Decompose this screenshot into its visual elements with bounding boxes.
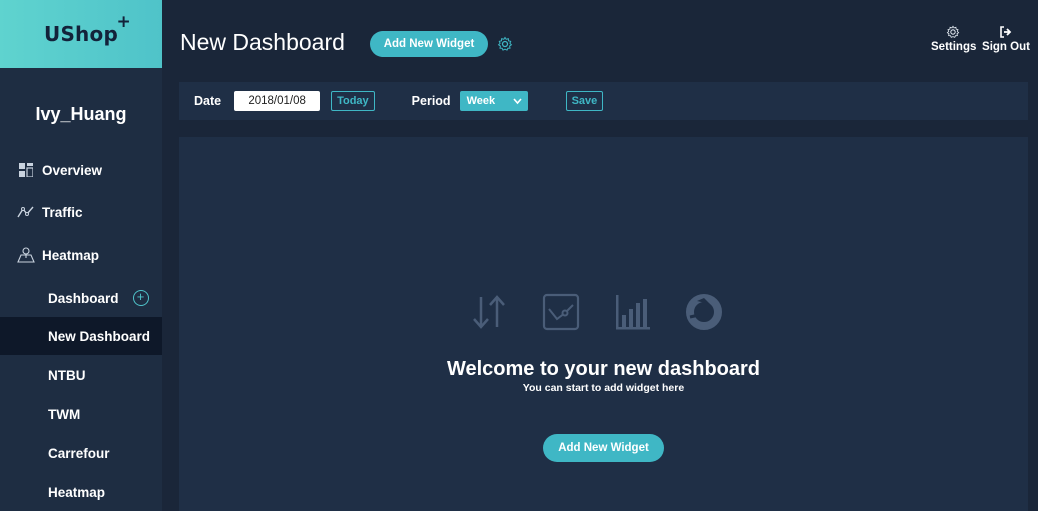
sort-arrows-icon xyxy=(473,295,505,329)
today-button[interactable]: Today xyxy=(331,91,375,111)
filter-bar: Date 2018/01/08 Today Period Week Save xyxy=(179,82,1028,120)
sidebar-item-label: Carrefour xyxy=(48,445,110,461)
chevron-down-icon xyxy=(512,92,522,118)
sign-out-label: Sign Out xyxy=(982,41,1030,53)
settings-label: Settings xyxy=(931,41,977,53)
add-widget-button[interactable]: Add New Widget xyxy=(370,31,488,57)
sidebar-item-twm[interactable]: TWM xyxy=(0,395,162,433)
heatmap-map-icon xyxy=(17,246,35,264)
sidebar: UShop + Ivy_Huang Overview Traffic Heatma… xyxy=(0,0,162,511)
top-header: New Dashboard Add New Widget Settings Si… xyxy=(162,0,1038,80)
sidebar-item-dashboard[interactable]: Dashboard + xyxy=(0,279,162,317)
line-chart-icon xyxy=(542,293,580,331)
settings-button[interactable]: Settings xyxy=(931,25,977,53)
user-name: Ivy_Huang xyxy=(35,104,127,124)
sidebar-item-ntbu[interactable]: NTBU xyxy=(0,356,162,394)
gear-icon xyxy=(946,25,960,39)
period-select[interactable]: Week xyxy=(459,91,528,111)
sidebar-item-label: Heatmap xyxy=(42,247,100,263)
page-title: New Dashboard xyxy=(180,29,345,55)
sidebar-item-heatmap-sub[interactable]: Heatmap xyxy=(0,473,162,511)
sidebar-item-heatmap[interactable]: Heatmap xyxy=(0,236,162,274)
sidebar-item-overview[interactable]: Overview xyxy=(0,151,162,189)
sidebar-item-carrefour[interactable]: Carrefour xyxy=(0,434,162,472)
widget-type-icons xyxy=(469,291,739,333)
sidebar-item-label: Overview xyxy=(42,162,103,178)
donut-chart-icon xyxy=(686,294,722,330)
sign-out-icon xyxy=(999,25,1013,39)
logo[interactable]: UShop + xyxy=(0,0,162,68)
sidebar-item-new-dashboard[interactable]: New Dashboard xyxy=(0,317,162,355)
date-label: Date xyxy=(194,94,222,108)
sidebar-item-label: Heatmap xyxy=(48,484,106,500)
logo-plus: + xyxy=(116,12,131,32)
sidebar-item-label: Dashboard xyxy=(48,290,119,306)
sidebar-item-label: NTBU xyxy=(48,367,86,383)
sign-out-button[interactable]: Sign Out xyxy=(981,25,1031,53)
welcome-title: Welcome to your new dashboard xyxy=(446,358,761,380)
save-button[interactable]: Save xyxy=(565,91,604,111)
traffic-line-icon xyxy=(17,203,35,221)
add-new-widget-button[interactable]: Add New Widget xyxy=(543,434,664,462)
sidebar-item-label: TWM xyxy=(48,406,81,422)
dashboard-panel: Welcome to your new dashboard You can st… xyxy=(179,137,1028,511)
logo-text: UShop + xyxy=(44,12,131,46)
dashboard-settings-gear-icon[interactable] xyxy=(497,36,513,52)
sidebar-item-label: New Dashboard xyxy=(48,328,151,344)
overview-grid-icon xyxy=(17,161,35,179)
welcome-subtitle: You can start to add widget here xyxy=(522,382,685,394)
bar-chart-icon xyxy=(616,295,650,330)
period-label: Period xyxy=(411,94,451,108)
period-value: Week xyxy=(466,95,496,107)
sidebar-item-traffic[interactable]: Traffic xyxy=(0,193,162,231)
add-dashboard-icon[interactable]: + xyxy=(132,290,149,306)
sidebar-item-label: Traffic xyxy=(42,204,83,220)
date-input[interactable]: 2018/01/08 xyxy=(234,91,321,111)
